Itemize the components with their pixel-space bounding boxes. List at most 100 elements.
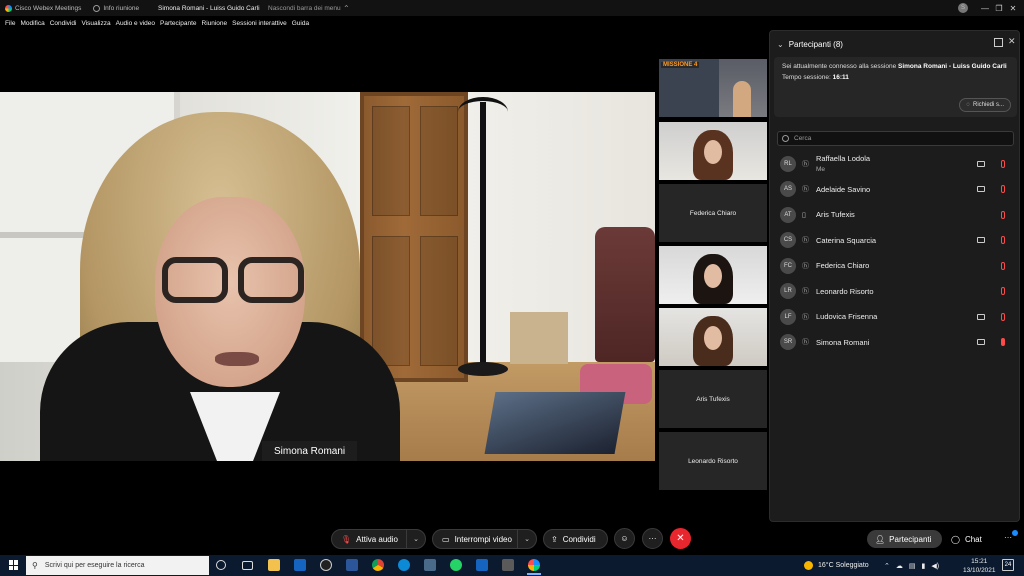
tray-chevron-up-icon[interactable]: ⌃ bbox=[884, 562, 890, 570]
share-icon: ⇪ bbox=[551, 534, 558, 544]
speaker-name: Simona Romani bbox=[274, 445, 346, 457]
more-panels-icon[interactable]: ⋯ bbox=[1004, 533, 1012, 542]
cloud-icon[interactable]: ☁ bbox=[896, 562, 903, 570]
word-icon[interactable] bbox=[346, 559, 358, 571]
microphone-app-icon[interactable] bbox=[502, 559, 514, 571]
user-avatar[interactable]: S bbox=[958, 3, 968, 13]
share-button[interactable]: ⇪ Condividi bbox=[543, 529, 608, 549]
weather-widget[interactable]: 16°C Soleggiato bbox=[804, 555, 869, 576]
participant-self-label: Me bbox=[816, 166, 826, 173]
cortana-icon[interactable] bbox=[216, 560, 226, 570]
mic-active-icon[interactable] bbox=[1001, 338, 1005, 346]
meeting-title: Simona Romani - Luiss Guido Carli bbox=[158, 4, 260, 12]
mic-tray-icon[interactable]: ▮ bbox=[922, 562, 926, 570]
glasses-lens-left bbox=[162, 257, 228, 303]
end-call-icon[interactable]: ✕ bbox=[670, 528, 691, 549]
participant-row[interactable]: SR ⓗ Simona Romani bbox=[770, 330, 1021, 355]
thumbnail-video[interactable] bbox=[659, 246, 767, 304]
participant-name: Simona Romani bbox=[816, 337, 870, 347]
chat-toggle-button[interactable]: ◯ Chat bbox=[951, 530, 982, 548]
participant-avatar: FC bbox=[780, 257, 796, 274]
hide-menu-bar-button[interactable]: Nascondi barra dei menu bbox=[268, 5, 341, 12]
menu-item-visualizza[interactable]: Visualizza bbox=[81, 20, 110, 27]
file-explorer-icon[interactable] bbox=[268, 559, 280, 571]
popout-panel-icon[interactable] bbox=[994, 38, 1003, 47]
main-video[interactable] bbox=[0, 92, 655, 461]
app-icon[interactable] bbox=[424, 559, 436, 571]
menu-item-partecipante[interactable]: Partecipante bbox=[160, 20, 197, 27]
thumbnail-video[interactable] bbox=[659, 122, 767, 180]
thumbnail-name-tile[interactable]: Federica Chiaro bbox=[659, 184, 767, 242]
mic-muted-icon[interactable] bbox=[1001, 185, 1005, 193]
participant-name: Leonardo Risorto bbox=[816, 286, 874, 296]
meeting-info-button[interactable]: Info riunione bbox=[93, 4, 139, 12]
menu-item-condividi[interactable]: Condividi bbox=[50, 20, 77, 27]
chevron-up-icon[interactable]: ⌃ bbox=[343, 4, 350, 13]
stop-video-button[interactable]: ▭ Interrompi video ⌄ bbox=[432, 529, 537, 549]
menu-item-file[interactable]: File bbox=[5, 20, 15, 27]
outlook-secondary-icon[interactable] bbox=[476, 559, 488, 571]
mic-muted-icon[interactable] bbox=[1001, 287, 1005, 295]
chat-toggle-label: Chat bbox=[964, 534, 982, 544]
menu-item-sessioni-interattive[interactable]: Sessioni interattive bbox=[232, 20, 287, 27]
thumbnail-video[interactable]: MISSIONE 4 bbox=[659, 59, 767, 117]
video-options-chevron-icon[interactable]: ⌄ bbox=[517, 529, 536, 549]
video-paper-bag bbox=[510, 312, 568, 364]
chrome-icon[interactable] bbox=[372, 559, 384, 571]
taskbar-search-input[interactable]: ⚲ Scrivi qui per eseguire la ricerca bbox=[26, 556, 209, 575]
participant-avatar: LR bbox=[780, 283, 796, 299]
menu-item-riunione[interactable]: Riunione bbox=[202, 20, 228, 27]
mic-muted-icon[interactable] bbox=[1001, 210, 1005, 219]
notification-center-icon[interactable]: 24 bbox=[1002, 559, 1014, 571]
participant-row[interactable]: CS ⓗ Caterina Squarcia bbox=[770, 228, 1021, 253]
participant-row[interactable]: AS ⓗ Adelaide Savino bbox=[770, 177, 1021, 202]
audio-options-chevron-icon[interactable]: ⌄ bbox=[406, 529, 425, 549]
thumbnail-name-tile[interactable]: Aris Tufexis bbox=[659, 370, 767, 428]
windows-start-icon[interactable] bbox=[9, 560, 19, 570]
close-panel-icon[interactable]: ✕ bbox=[1008, 36, 1016, 47]
taskbar-clock[interactable]: 15:21 13/10/2021 bbox=[963, 557, 996, 575]
search-icon bbox=[782, 135, 789, 142]
edge-icon[interactable] bbox=[398, 559, 410, 571]
participant-avatar: LF bbox=[780, 308, 796, 325]
glasses-lens-right bbox=[238, 257, 304, 303]
menu-bar: File Modifica Condividi Visualizza Audio e v… bbox=[0, 16, 309, 30]
task-view-icon[interactable] bbox=[242, 561, 253, 570]
mic-muted-icon[interactable] bbox=[1001, 236, 1005, 244]
more-options-icon[interactable]: ··· bbox=[642, 528, 663, 549]
menu-item-guida[interactable]: Guida bbox=[292, 20, 309, 27]
menu-item-modifica[interactable]: Modifica bbox=[20, 20, 44, 27]
participants-toggle-button[interactable]: 👤︎ Partecipanti bbox=[867, 530, 942, 548]
mic-muted-icon[interactable] bbox=[1001, 261, 1005, 270]
video-chair bbox=[595, 227, 655, 362]
mic-muted-icon[interactable] bbox=[1001, 312, 1005, 321]
close-window-icon[interactable]: ✕ bbox=[1002, 0, 1024, 16]
mic-muted-icon[interactable] bbox=[1001, 159, 1005, 168]
camera-icon bbox=[977, 339, 985, 345]
reactions-icon[interactable]: ☺ bbox=[614, 528, 635, 549]
request-help-button[interactable]: ◌ Richiedi s... bbox=[959, 98, 1011, 112]
collapse-panel-icon[interactable]: ⌄ bbox=[777, 40, 784, 49]
whatsapp-icon[interactable] bbox=[450, 559, 462, 571]
thumbnail-name-tile[interactable]: Leonardo Risorto bbox=[659, 432, 767, 490]
menu-item-audio-e-video[interactable]: Audio e video bbox=[116, 20, 155, 27]
speaker-icon[interactable]: ◀) bbox=[931, 562, 939, 570]
participant-search-input[interactable]: Cerca bbox=[777, 131, 1014, 146]
headset-icon: ⓗ bbox=[802, 339, 809, 346]
session-line: Sei attualmente connesso alla sessione S… bbox=[782, 61, 1009, 72]
webex-taskbar-icon[interactable] bbox=[528, 559, 540, 571]
outlook-icon[interactable] bbox=[294, 559, 306, 571]
dell-icon[interactable] bbox=[320, 559, 332, 571]
speaker-nameplate: Simona Romani bbox=[262, 441, 358, 461]
participants-panel-title: Partecipanti (8) bbox=[788, 39, 843, 49]
participant-row[interactable]: RL ⓗ Raffaella Lodola Me bbox=[770, 151, 1021, 176]
participant-row[interactable]: FC ⓗ Federica Chiaro bbox=[770, 253, 1021, 278]
participant-row[interactable]: LF ⓗ Ludovica Frisenna bbox=[770, 304, 1021, 329]
thumbnail-person bbox=[693, 316, 733, 366]
participant-row[interactable]: AT ▯ Aris Tufexis bbox=[770, 202, 1021, 227]
unmute-audio-button[interactable]: 🎙︎ Attiva audio ⌄ bbox=[331, 529, 426, 549]
participant-avatar: CS bbox=[780, 232, 796, 248]
network-icon[interactable]: ▤ bbox=[909, 562, 916, 570]
participant-row[interactable]: LR ⓗ Leonardo Risorto bbox=[770, 279, 1021, 304]
thumbnail-video[interactable] bbox=[659, 308, 767, 366]
